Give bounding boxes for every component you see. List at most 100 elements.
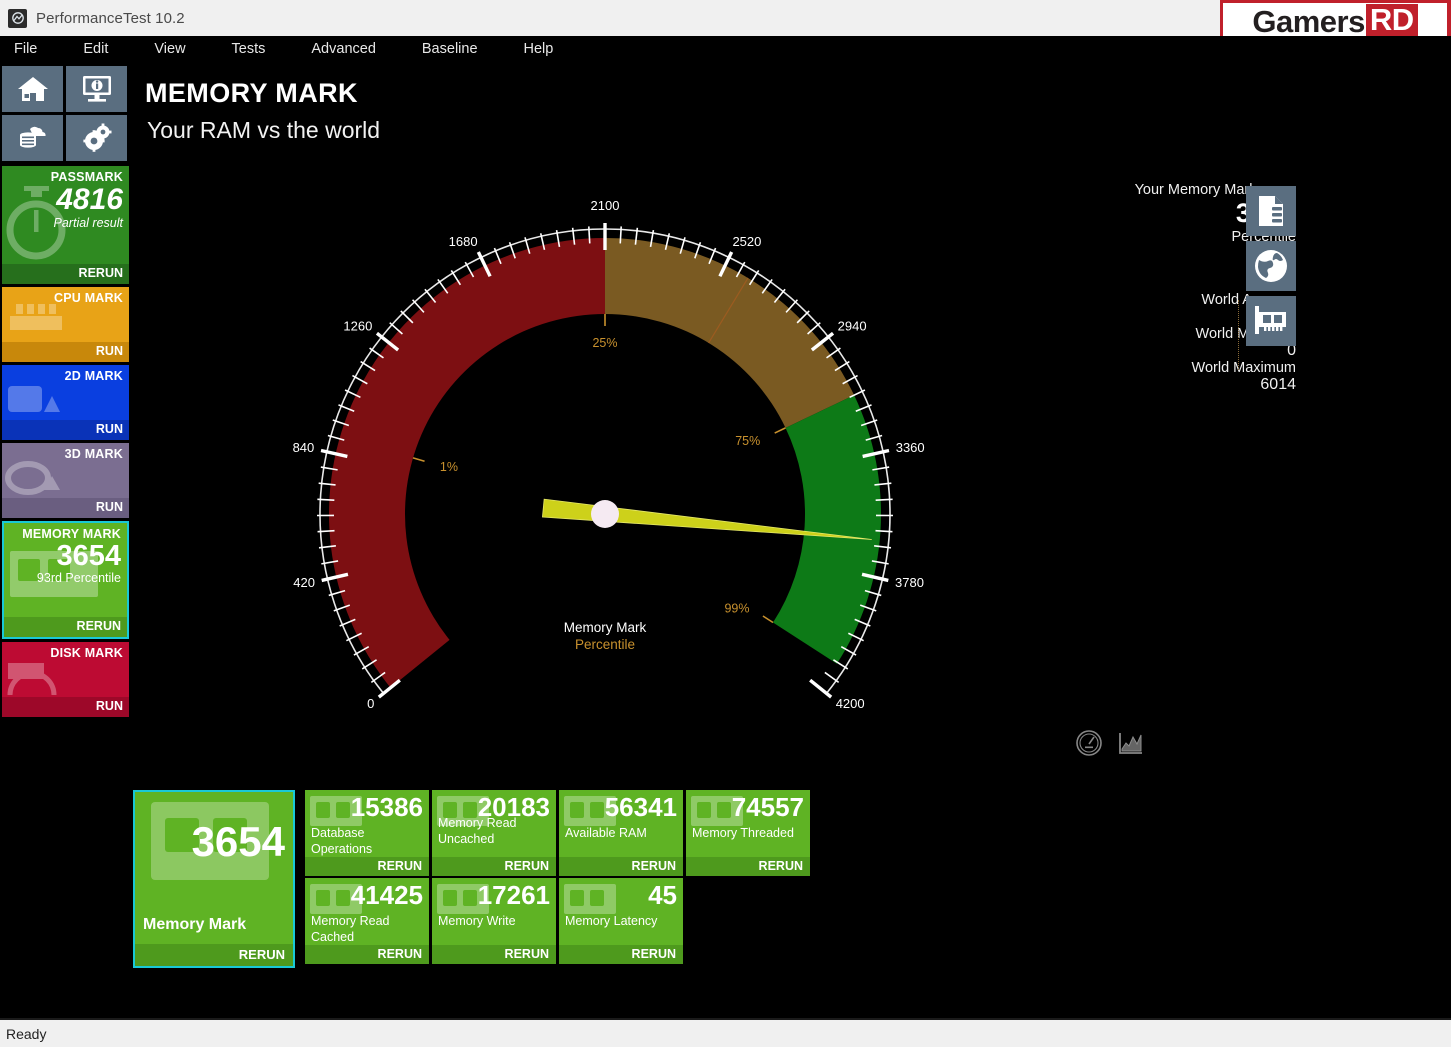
status-text: Ready	[6, 1026, 46, 1042]
gauge-percentile-label: 99%	[724, 601, 749, 615]
result-rerun[interactable]: RERUN	[305, 945, 429, 964]
sidebar-passmark-title: PASSMARK	[2, 166, 129, 184]
result-score: 45	[648, 880, 677, 911]
sidebar-memory-sub: 93rd Percentile	[4, 571, 127, 585]
gauge-major-tick	[810, 680, 831, 697]
gauge-percentile-label: 75%	[735, 434, 760, 448]
result-rerun[interactable]: RERUN	[559, 945, 683, 964]
globe-icon[interactable]	[1246, 241, 1296, 291]
sidebar-icon-tiles	[0, 64, 131, 163]
sidebar-item-cpu-mark[interactable]: CPU MARK RUN	[2, 287, 129, 362]
sidebar-item-memory-mark[interactable]: MEMORY MARK 3654 93rd Percentile RERUN	[2, 521, 129, 639]
preferences-gears-icon[interactable]	[66, 115, 127, 161]
gauge-tick-label: 3780	[895, 575, 924, 590]
sidebar-3d-title: 3D MARK	[2, 443, 129, 461]
menu-bar: File Edit View Tests Advanced Baseline H…	[0, 36, 1451, 62]
result-rerun[interactable]: RERUN	[559, 857, 683, 876]
baseline-file-icon[interactable]	[1246, 186, 1296, 236]
sidebar-passmark-rerun[interactable]: RERUN	[2, 264, 129, 284]
gauge-minor-tick	[825, 672, 839, 682]
menu-tests[interactable]: Tests	[222, 39, 276, 59]
gauge-minor-tick	[401, 311, 413, 323]
gauge-tick-label: 2100	[591, 198, 620, 213]
gauge-minor-tick	[797, 311, 809, 323]
gauge-minor-tick	[875, 531, 892, 532]
sidebar-item-2d-mark[interactable]: 2D MARK RUN	[2, 365, 129, 440]
page-title: MEMORY MARK	[145, 78, 358, 109]
gauge-view-icon[interactable]	[1074, 728, 1104, 758]
result-rerun[interactable]: RERUN	[686, 857, 810, 876]
gauge-caption-title: Memory Mark	[175, 620, 1035, 635]
gauge-band-mid-band	[605, 238, 854, 428]
status-bar: Ready	[0, 1020, 1451, 1047]
logo-text-rd: RD	[1366, 4, 1418, 39]
result-memory-mark-name: Memory Mark	[143, 916, 246, 934]
home-icon[interactable]	[2, 66, 63, 112]
system-information-icon[interactable]	[66, 66, 127, 112]
gauge-minor-tick	[833, 660, 847, 669]
baseline-cloud-icon[interactable]	[2, 115, 63, 161]
result-rerun[interactable]: RERUN	[432, 945, 556, 964]
gauge-minor-tick	[876, 499, 893, 500]
sidebar-item-3d-mark[interactable]: 3D MARK RUN	[2, 443, 129, 518]
sidebar-item-passmark[interactable]: PASSMARK 4816 Partial result RERUN	[2, 166, 129, 284]
result-rerun[interactable]: RERUN	[432, 857, 556, 876]
performancetest-window: PerformanceTest 10.2 GamersRD File Edit …	[0, 0, 1451, 1047]
sidebar-3d-run[interactable]: RUN	[2, 498, 129, 518]
gauge-percentile-label: 1%	[440, 460, 458, 474]
gauge-tick-label: 420	[293, 575, 315, 590]
sidebar-passmark-score: 4816	[2, 184, 129, 216]
sidebar: PASSMARK 4816 Partial result RERUN CPU M…	[0, 64, 131, 764]
gauge-percentile-tick	[775, 428, 786, 433]
result-score: 74557	[732, 792, 804, 823]
sidebar-memory-rerun[interactable]: RERUN	[4, 617, 127, 637]
result-score: 15386	[351, 792, 423, 823]
gauge-tick-label: 3360	[896, 440, 925, 455]
gauge-caption-sub: Percentile	[175, 637, 1035, 652]
result-name: Available RAM	[565, 826, 679, 842]
result-tile-memory-write[interactable]: 17261 Memory Write RERUN	[432, 878, 556, 964]
sidebar-cpu-run[interactable]: RUN	[2, 342, 129, 362]
sidebar-memory-title: MEMORY MARK	[4, 523, 127, 541]
score-panel-icons	[1246, 186, 1296, 346]
result-tile-database-operations[interactable]: 15386 Database Operations RERUN	[305, 790, 429, 876]
result-tile-memory-latency[interactable]: 45 Memory Latency RERUN	[559, 878, 683, 964]
menu-edit[interactable]: Edit	[73, 39, 118, 59]
menu-file[interactable]: File	[4, 39, 47, 59]
menu-advanced[interactable]: Advanced	[301, 39, 386, 59]
menu-view[interactable]: View	[144, 39, 195, 59]
result-score: 17261	[478, 880, 550, 911]
gauge-minor-tick	[318, 531, 335, 532]
result-memory-mark-score: 3654	[192, 818, 285, 866]
gauge-view-toolbar	[1074, 728, 1146, 758]
world-maximum-label: World Maximum	[1106, 360, 1296, 376]
sidebar-memory-score: 3654	[4, 541, 127, 571]
result-tile-memory-threaded[interactable]: 74557 Memory Threaded RERUN	[686, 790, 810, 876]
result-tile-memory-read-uncached[interactable]: 20183 Memory Read Uncached RERUN	[432, 790, 556, 876]
expansion-card-icon[interactable]	[1246, 296, 1296, 346]
result-tile-memory-read-cached[interactable]: 41425 Memory Read Cached RERUN	[305, 878, 429, 964]
gauge-minor-tick	[808, 323, 821, 334]
result-memory-mark-rerun[interactable]: RERUN	[135, 944, 293, 966]
sidebar-2d-run[interactable]: RUN	[2, 420, 129, 440]
result-tile-available-ram[interactable]: 56341 Available RAM RERUN	[559, 790, 683, 876]
sidebar-disk-run[interactable]: RUN	[2, 697, 129, 717]
3d-shapes-icon	[4, 460, 68, 500]
chart-view-icon[interactable]	[1116, 728, 1146, 758]
disk-icon	[4, 661, 68, 701]
score-panel-divider	[1238, 300, 1239, 370]
gauge-percentile-tick	[413, 458, 425, 461]
logo-text-gamers: Gamers	[1252, 4, 1364, 40]
gauge-minor-tick	[620, 226, 621, 243]
result-rerun[interactable]: RERUN	[305, 857, 429, 876]
result-name: Memory Latency	[565, 914, 679, 930]
result-tile-memory-mark[interactable]: 3654 Memory Mark RERUN	[133, 790, 295, 968]
sidebar-passmark-sub: Partial result	[2, 216, 129, 230]
gauge-minor-tick	[413, 300, 424, 313]
menu-help[interactable]: Help	[514, 39, 564, 59]
result-name: Memory Read Cached	[311, 914, 425, 945]
sidebar-cpu-title: CPU MARK	[2, 287, 129, 305]
cpu-icon	[4, 300, 70, 342]
sidebar-item-disk-mark[interactable]: DISK MARK RUN	[2, 642, 129, 717]
menu-baseline[interactable]: Baseline	[412, 39, 488, 59]
